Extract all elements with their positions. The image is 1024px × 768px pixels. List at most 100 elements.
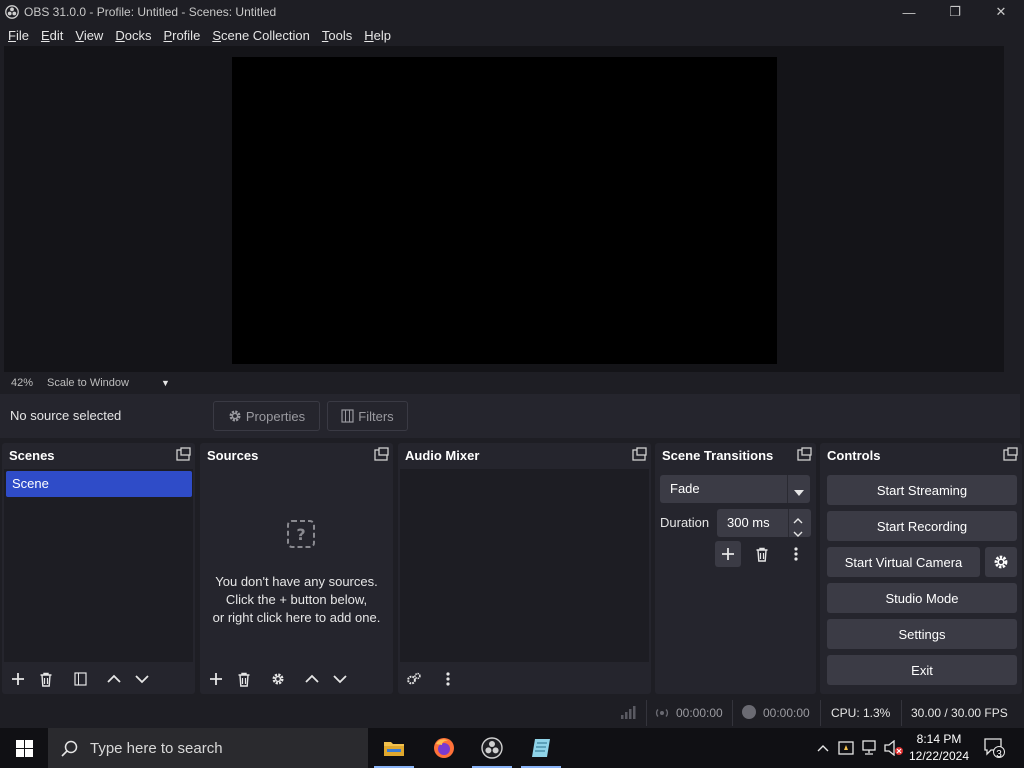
obs-logo-icon [5, 5, 19, 19]
menu-help[interactable]: Help [358, 28, 397, 43]
move-source-down-button[interactable] [326, 666, 354, 692]
sources-list[interactable]: ? You don't have any sources. Click the … [202, 469, 391, 662]
obs-studio-icon[interactable] [468, 728, 516, 768]
status-bar: 00:00:00 00:00:00 CPU: 1.3% 30.00 / 30.0… [0, 698, 1024, 728]
audio-mixer-list[interactable] [400, 469, 649, 662]
menu-profile[interactable]: Profile [157, 28, 206, 43]
menu-view[interactable]: View [69, 28, 109, 43]
virtual-camera-settings-button[interactable] [985, 547, 1017, 577]
file-explorer-icon[interactable] [370, 728, 418, 768]
start-recording-button[interactable]: Start Recording [827, 511, 1017, 541]
minimize-button[interactable]: — [886, 0, 932, 24]
signal-strength-icon [620, 705, 636, 722]
security-tray-icon[interactable] [837, 738, 857, 758]
fps-readout: 30.00 / 30.00 FPS [911, 706, 1008, 720]
scene-filters-button[interactable] [66, 666, 94, 692]
cpu-usage: CPU: 1.3% [831, 706, 891, 720]
scene-transitions-dock: Scene Transitions Fade Duration 300 ms [655, 443, 816, 694]
zoom-mode-label[interactable]: Scale to Window [47, 377, 129, 389]
menu-bar: File Edit View Docks Profile Scene Colle… [0, 24, 1024, 46]
no-source-label: No source selected [10, 408, 122, 423]
notepad-icon[interactable] [517, 728, 565, 768]
add-scene-button[interactable] [4, 666, 32, 692]
taskbar-clock[interactable]: 8:14 PM 12/22/2024 [906, 731, 972, 765]
add-transition-button[interactable] [715, 541, 741, 567]
undock-icon[interactable] [374, 447, 389, 462]
taskbar-search[interactable]: Type here to search [48, 728, 368, 768]
close-button[interactable]: ✕ [978, 0, 1024, 24]
audio-mixer-title: Audio Mixer [405, 448, 480, 463]
record-status-icon [742, 705, 756, 719]
taskbar: Type here to search 8:14 PM 12/22/2024 3 [0, 728, 1024, 768]
remove-source-button[interactable] [230, 666, 258, 692]
zoom-bar: 42% Scale to Window ▼ [0, 374, 1024, 392]
zoom-percent: 42% [11, 377, 34, 389]
menu-tools[interactable]: Tools [316, 28, 358, 43]
chevron-down-icon[interactable] [793, 526, 803, 541]
empty-sources-message: You don't have any sources. Click the + … [212, 574, 381, 625]
sources-title: Sources [207, 448, 259, 463]
windows-start-icon[interactable] [16, 740, 33, 760]
remove-transition-button[interactable] [749, 541, 775, 567]
filter-icon [341, 409, 354, 423]
chevron-up-icon[interactable] [813, 738, 833, 758]
move-scene-down-button[interactable] [128, 666, 156, 692]
list-item[interactable]: Scene [6, 471, 192, 497]
zoom-dropdown-icon[interactable]: ▼ [161, 378, 170, 388]
menu-docks[interactable]: Docks [109, 28, 157, 43]
undock-icon[interactable] [176, 447, 191, 462]
gear-icon [993, 554, 1009, 570]
menu-edit[interactable]: Edit [35, 28, 69, 43]
menu-scene-collection[interactable]: Scene Collection [206, 28, 316, 43]
duration-value: 300 ms [727, 515, 770, 530]
undock-icon[interactable] [1003, 447, 1018, 462]
firefox-icon[interactable] [420, 728, 468, 768]
sources-dock: Sources ? You don't have any sources. Cl… [200, 443, 393, 694]
svg-text:?: ? [296, 525, 305, 544]
undock-icon[interactable] [797, 447, 812, 462]
add-source-button[interactable] [202, 666, 230, 692]
duration-label: Duration [660, 515, 710, 530]
exit-button[interactable]: Exit [827, 655, 1017, 685]
transition-menu-icon[interactable] [783, 541, 809, 567]
chevron-up-icon[interactable] [793, 512, 803, 527]
start-streaming-button[interactable]: Start Streaming [827, 475, 1017, 505]
source-properties-button[interactable] [264, 666, 292, 692]
audio-mixer-dock: Audio Mixer [398, 443, 651, 694]
studio-mode-button[interactable]: Studio Mode [827, 583, 1017, 613]
search-icon [61, 740, 78, 757]
scene-transitions-title: Scene Transitions [662, 448, 774, 463]
scenes-dock: Scenes Scene [2, 443, 195, 694]
remove-scene-button[interactable] [32, 666, 60, 692]
search-placeholder: Type here to search [90, 739, 223, 757]
stream-status-icon [655, 707, 669, 722]
controls-dock: Controls Start Streaming Start Recording… [820, 443, 1022, 694]
mixer-menu-icon[interactable] [434, 666, 462, 692]
filters-button[interactable]: Filters [327, 401, 408, 431]
menu-file[interactable]: File [2, 28, 35, 43]
title-bar: OBS 31.0.0 - Profile: Untitled - Scenes:… [0, 0, 1024, 24]
notification-count: 3 [996, 749, 1002, 760]
maximize-button[interactable]: ❐ [932, 0, 978, 24]
controls-title: Controls [827, 448, 881, 463]
move-source-up-button[interactable] [298, 666, 326, 692]
undock-icon[interactable] [632, 447, 647, 462]
stream-time: 00:00:00 [676, 706, 723, 720]
volume-muted-icon[interactable] [884, 738, 904, 758]
move-scene-up-button[interactable] [100, 666, 128, 692]
source-toolbar: No source selected Properties Filters [0, 394, 1020, 438]
transition-select-value: Fade [670, 481, 700, 496]
preview-canvas[interactable] [232, 57, 777, 364]
scenes-list[interactable]: Scene [4, 469, 193, 662]
scenes-title: Scenes [9, 448, 55, 463]
properties-button[interactable]: Properties [213, 401, 320, 431]
settings-button[interactable]: Settings [827, 619, 1017, 649]
chevron-down-icon [794, 485, 804, 500]
window-title: OBS 31.0.0 - Profile: Untitled - Scenes:… [24, 5, 277, 19]
transition-select[interactable]: Fade [660, 475, 810, 503]
advanced-audio-button[interactable] [400, 666, 428, 692]
network-icon[interactable] [861, 738, 881, 758]
start-virtual-camera-button[interactable]: Start Virtual Camera [827, 547, 980, 577]
gear-icon [228, 409, 242, 423]
duration-stepper[interactable]: 300 ms [717, 509, 811, 537]
